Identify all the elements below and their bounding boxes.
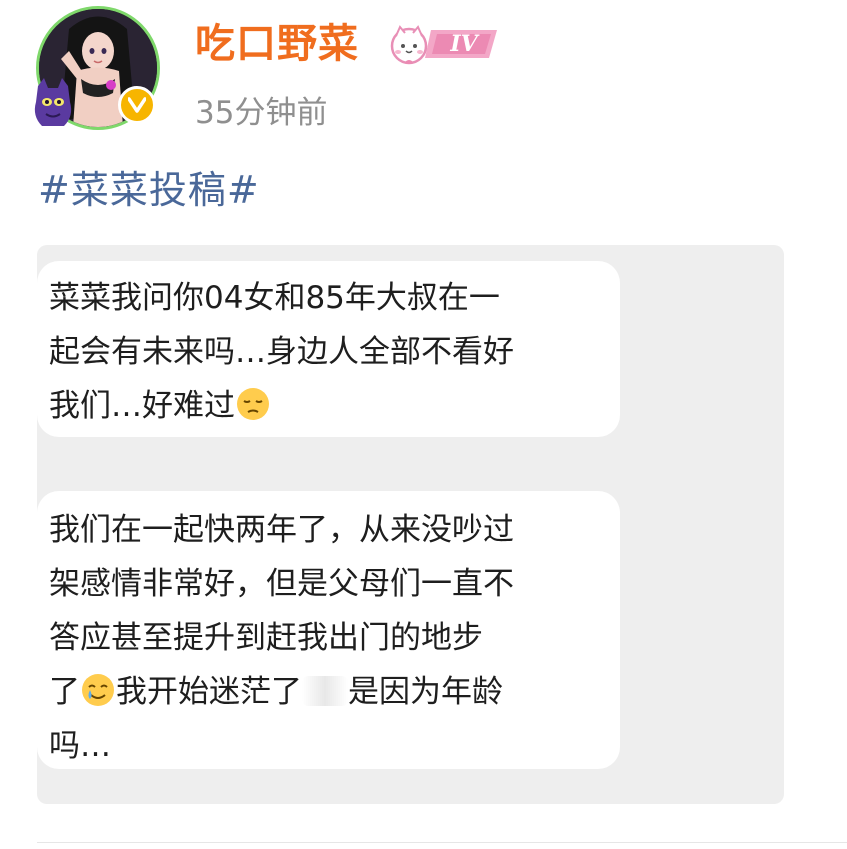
post-timestamp: 35分钟前 [195,95,328,131]
verified-v-icon [118,86,156,124]
pensive-face-icon [235,385,271,421]
blurred-text [302,676,348,706]
message-text: 是因为年龄 [348,674,503,710]
cat-level-badge-icon[interactable]: IV [385,22,501,66]
message-text: 我开始迷茫了 [116,674,302,710]
chat-bubble-1: 菜菜我问你04女和85年大叔在一 起会有未来吗…身边人全部不看好 我们…好难过 [37,261,620,437]
hashtag-link[interactable]: #菜菜投稿# [38,164,260,216]
chat-screenshot-image[interactable]: 菜菜我问你04女和85年大叔在一 起会有未来吗…身边人全部不看好 我们…好难过 … [37,245,784,804]
message-line: 我们在一起快两年了，从来没吵过 [49,512,514,548]
username[interactable]: 吃口野菜 [195,18,359,70]
message-line: 架感情非常好，但是父母们一直不 [49,566,514,602]
message-line: 吗… [49,728,111,764]
message-text: 了 [49,674,80,710]
purple-mascot-icon [30,76,76,130]
chat-bubble-2: 我们在一起快两年了，从来没吵过 架感情非常好，但是父母们一直不 答应甚至提升到赶… [37,491,620,769]
message-line: 答应甚至提升到赶我出门的地步 [49,620,483,656]
divider [37,842,847,843]
message-line: 起会有未来吗…身边人全部不看好 [49,334,514,370]
smiling-face-with-tear-icon [80,671,116,707]
message-line: 了我开始迷茫了 是因为年龄 [49,665,608,719]
message-text: 我们…好难过 [49,388,235,424]
message-line: 菜菜我问你04女和85年大叔在一 [49,280,500,316]
level-badge-label: IV [450,31,478,57]
message-line: 我们…好难过 [49,379,608,433]
